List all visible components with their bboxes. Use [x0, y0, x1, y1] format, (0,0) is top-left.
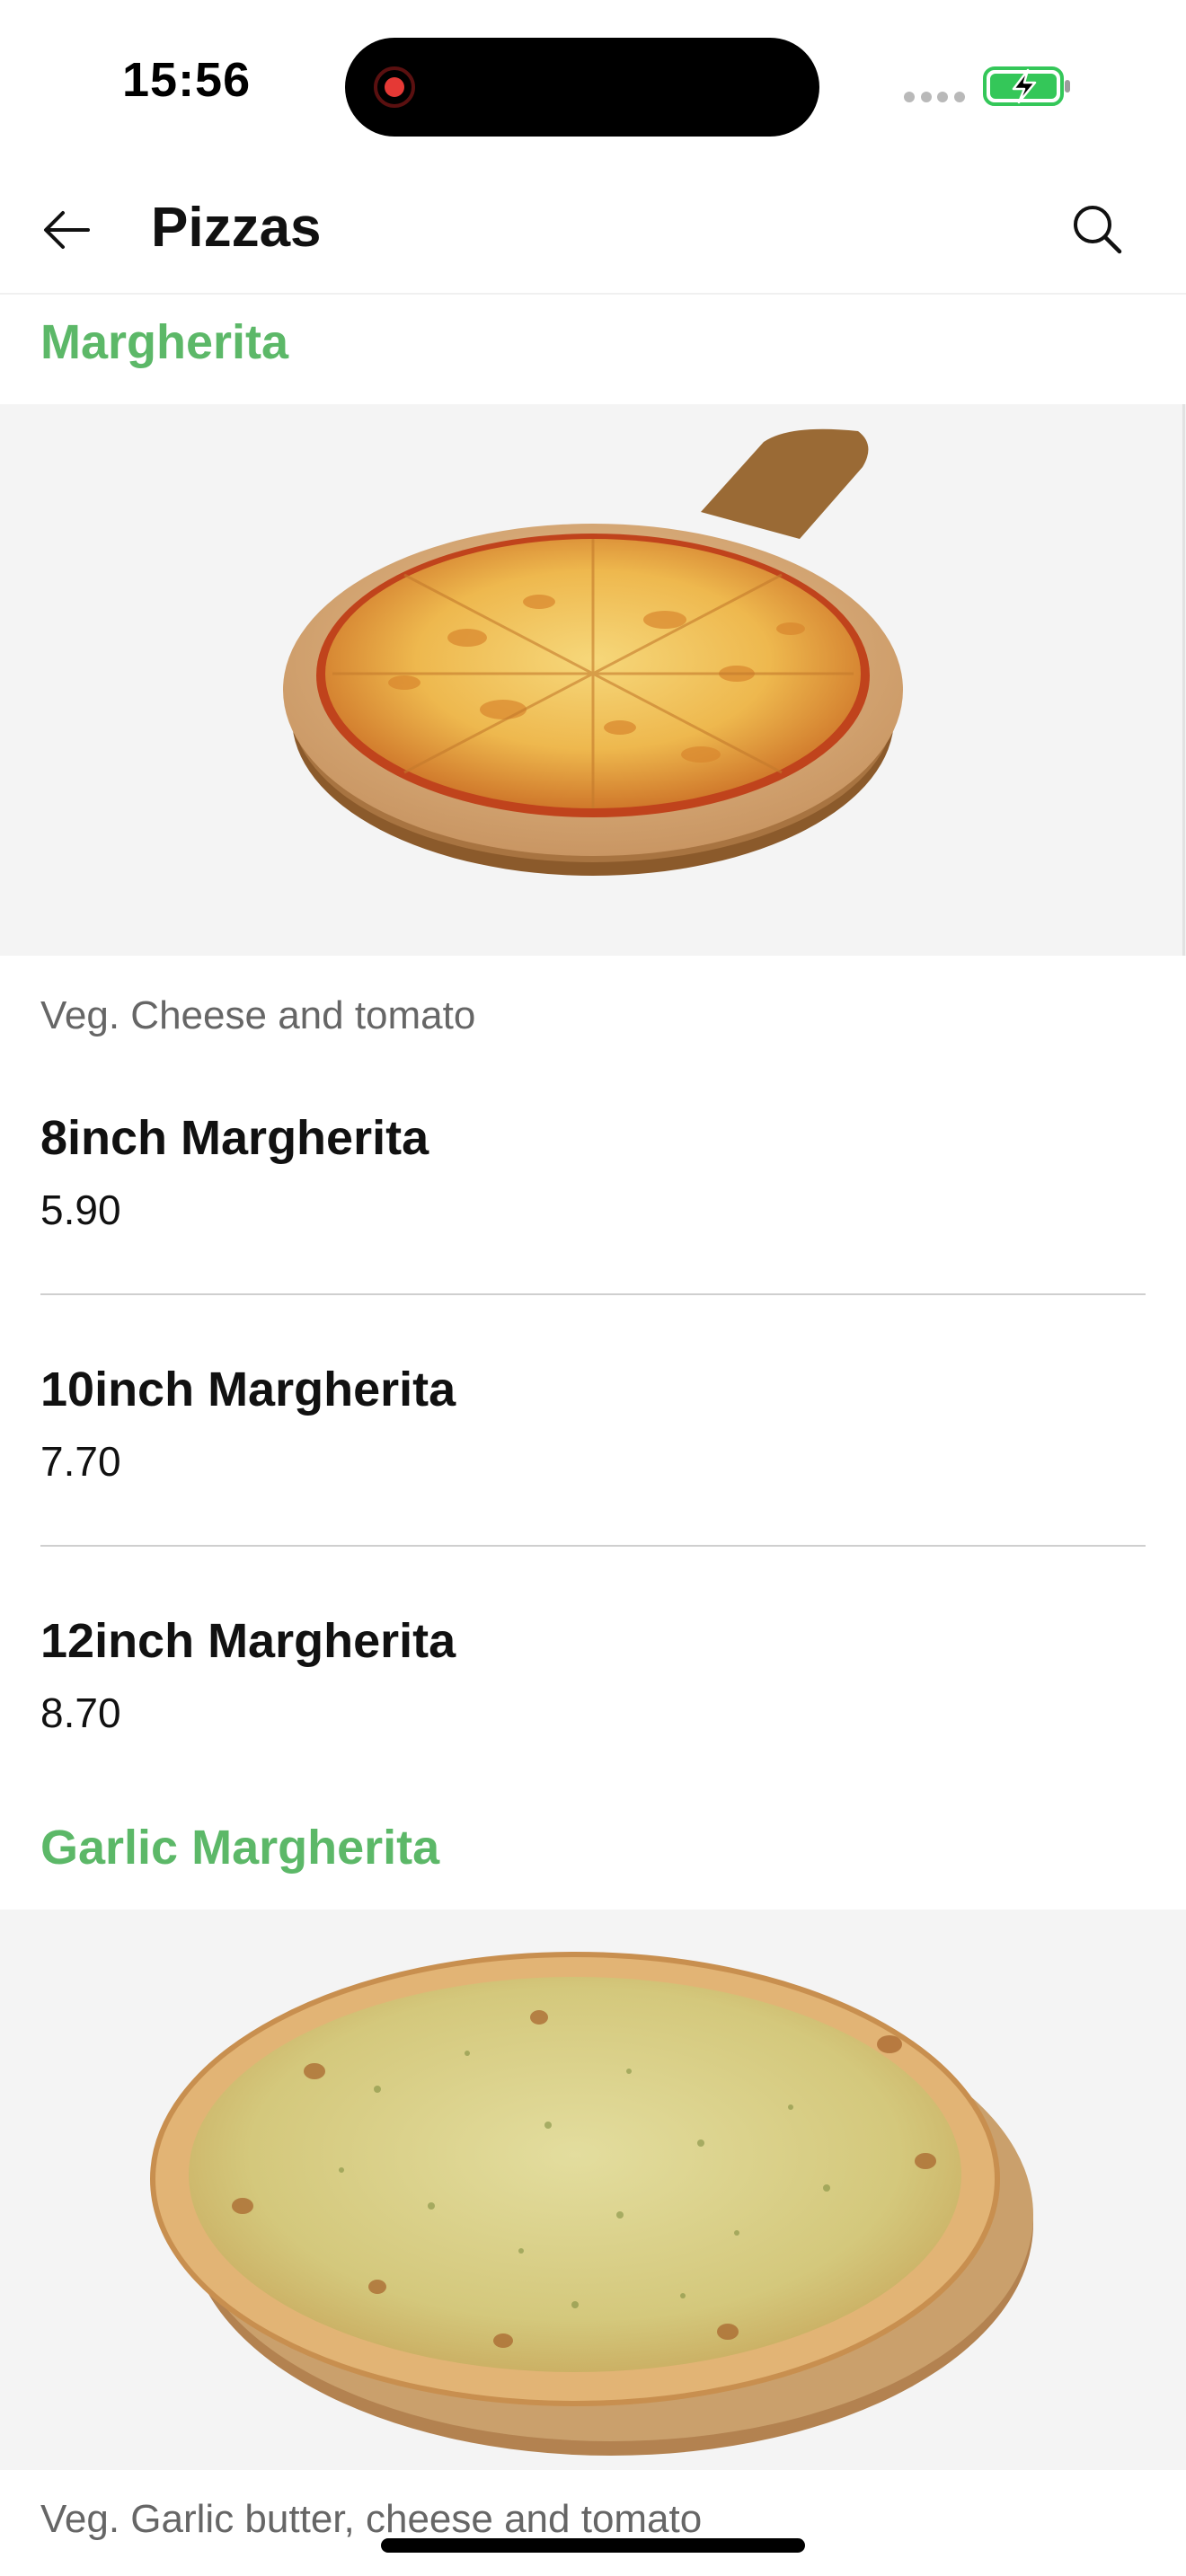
section-description: Veg. Garlic butter, cheese and tomato	[40, 2497, 703, 2541]
home-indicator[interactable]	[381, 2538, 805, 2553]
battery-charging-icon	[983, 66, 1070, 106]
status-time: 15:56	[122, 53, 252, 107]
dynamic-island	[345, 38, 819, 137]
margherita-pizza-image[interactable]	[0, 404, 1186, 956]
menu-item-price: 5.90	[40, 1187, 121, 1233]
cellular-signal-icon	[904, 92, 965, 104]
screen-recording-icon	[374, 66, 415, 108]
menu-item-price: 7.70	[40, 1438, 121, 1485]
section-description: Veg. Cheese and tomato	[40, 993, 476, 1037]
divider	[40, 1545, 1146, 1547]
section-title-garlic-margherita: Garlic Margherita	[40, 1821, 440, 1875]
garlic-margherita-pizza-image[interactable]	[0, 1910, 1186, 2470]
arrow-left-icon[interactable]	[36, 198, 101, 262]
search-icon[interactable]	[1066, 198, 1130, 262]
app-header: Pizzas	[0, 171, 1186, 295]
divider	[40, 1293, 1146, 1295]
section-title-margherita: Margherita	[40, 315, 289, 369]
status-bar: 15:56	[0, 0, 1186, 171]
menu-item-name[interactable]: 12inch Margherita	[40, 1613, 456, 1669]
menu-item-name[interactable]: 8inch Margherita	[40, 1110, 429, 1166]
scroll-indicator	[1182, 404, 1185, 956]
menu-item-name[interactable]: 10inch Margherita	[40, 1362, 456, 1417]
page-title: Pizzas	[151, 197, 322, 259]
menu-item-price: 8.70	[40, 1689, 121, 1736]
